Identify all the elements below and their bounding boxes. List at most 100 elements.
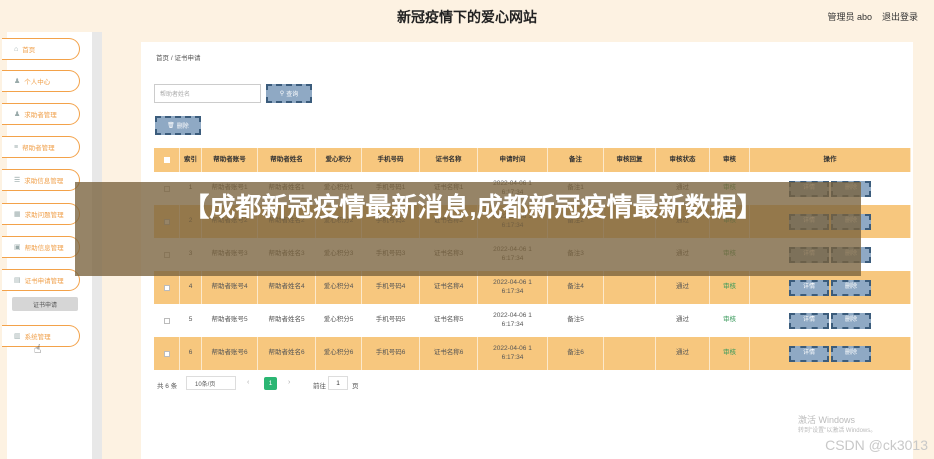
search-icon: ⚲ bbox=[279, 91, 285, 97]
sidebar-item-7[interactable]: ▤ 证书申请管理 bbox=[2, 269, 80, 291]
cell-idx: 6 bbox=[180, 337, 202, 370]
page-size-select[interactable]: 10条/页 bbox=[186, 376, 236, 390]
table-row: 6 帮助者账号6 帮助者姓名6 爱心积分6 手机号码6 证书名称6 2022-04-06 1… bbox=[154, 337, 911, 370]
sidebar-item-4[interactable]: ☰ 求助信息管理 bbox=[2, 169, 80, 191]
sidebar-item-label: 求助信息管理 bbox=[24, 178, 64, 185]
sidebar-item-label: 首页 bbox=[22, 47, 36, 54]
trash-icon: 🗑 bbox=[167, 123, 175, 129]
sidebar-subitem-cert-apply[interactable]: 证书申请 bbox=[12, 297, 78, 311]
list-icon: ☰ bbox=[14, 177, 21, 184]
select-all-checkbox[interactable] bbox=[154, 148, 180, 172]
doc-icon: ▤ bbox=[14, 277, 21, 284]
sidebar-item-label: 求助者管理 bbox=[24, 112, 57, 119]
user-icon: ♟ bbox=[14, 111, 21, 118]
sidebar-item-6[interactable]: ▣ 帮助信息管理 bbox=[2, 236, 80, 258]
current-page-button[interactable]: 1 bbox=[264, 377, 277, 390]
cell-audit[interactable]: 审核 bbox=[710, 304, 750, 337]
sidebar-item-label: 证书申请管理 bbox=[24, 278, 64, 285]
column-header: 证书名称 bbox=[420, 148, 478, 172]
breadcrumb-current: 证书申请 bbox=[174, 55, 201, 62]
cell-idx: 5 bbox=[180, 304, 202, 337]
cell-name: 帮助者姓名6 bbox=[258, 337, 316, 370]
breadcrumb: 首页 / 证书申请 bbox=[156, 52, 200, 62]
cell-points: 爱心积分6 bbox=[316, 337, 362, 370]
table-header-row: 索引 帮助者账号 帮助者姓名 爱心积分 手机号码 证书名称 申请时间 备注 审核回复 审核状态 审核… bbox=[154, 148, 911, 172]
prev-page-icon[interactable]: ‹ bbox=[247, 379, 249, 386]
search-input[interactable]: 帮助者姓名 bbox=[154, 84, 261, 103]
sidebar-item-3[interactable]: ≡ 帮助者管理 bbox=[2, 136, 80, 158]
logout-link[interactable]: 退出登录 bbox=[882, 10, 918, 23]
row-delete-button[interactable]: 删除 bbox=[831, 279, 871, 296]
column-header: 索引 bbox=[180, 148, 202, 172]
table-row: 5 帮助者账号5 帮助者姓名5 爱心积分5 手机号码5 证书名称5 2022-04-06 1… bbox=[154, 304, 911, 337]
admin-label: 管理员 abo bbox=[827, 12, 872, 22]
cell-name: 帮助者姓名5 bbox=[258, 304, 316, 337]
sidebar-item-0[interactable]: ⌂ 首页 bbox=[2, 38, 80, 60]
cell-reply bbox=[604, 337, 656, 370]
cell-account: 帮助者账号5 bbox=[202, 304, 258, 337]
sidebar-item-label: 帮助信息管理 bbox=[24, 245, 64, 252]
row-checkbox[interactable] bbox=[154, 304, 180, 337]
sidebar-item-1[interactable]: ♟ 个人中心 bbox=[2, 70, 80, 92]
search-button[interactable]: ⚲ 查询 bbox=[266, 84, 312, 103]
cell-reply bbox=[604, 304, 656, 337]
column-header: 备注 bbox=[548, 148, 604, 172]
user-icon: ♟ bbox=[14, 78, 21, 85]
cell-time: 2022-04-06 1 6:17:34 bbox=[478, 304, 548, 337]
next-page-icon[interactable]: › bbox=[288, 379, 290, 386]
column-header: 审核状态 bbox=[656, 148, 710, 172]
cell-phone: 手机号码6 bbox=[362, 337, 420, 370]
detail-button[interactable]: 详情 bbox=[789, 312, 829, 329]
pagination-total: 共 6 条 bbox=[157, 383, 178, 390]
column-header: 操作 bbox=[750, 148, 911, 172]
windows-activation-subtext: 转到"设置"以激活 Windows。 bbox=[798, 428, 877, 434]
grid-icon: ▦ bbox=[14, 211, 21, 218]
cell-points: 爱心积分5 bbox=[316, 304, 362, 337]
cell-status: 通过 bbox=[656, 337, 710, 370]
cell-note: 备注5 bbox=[548, 304, 604, 337]
cell-account: 帮助者账号6 bbox=[202, 337, 258, 370]
overlay-headline: 【成都新冠疫情最新消息,成都新冠疫情最新数据】 bbox=[183, 192, 763, 222]
sidebar-item-label: 个人中心 bbox=[24, 79, 51, 86]
row-actions: 详情删除 bbox=[750, 304, 911, 337]
cell-phone: 手机号码5 bbox=[362, 304, 420, 337]
search-button-label: 查询 bbox=[286, 92, 299, 98]
row-delete-button[interactable]: 删除 bbox=[831, 345, 871, 362]
list-icon: ≡ bbox=[14, 143, 19, 151]
breadcrumb-home[interactable]: 首页 bbox=[156, 55, 169, 62]
cell-cert: 证书名称5 bbox=[420, 304, 478, 337]
sidebar-item-2[interactable]: ♟ 求助者管理 bbox=[2, 103, 80, 125]
column-header: 帮助者账号 bbox=[202, 148, 258, 172]
breadcrumb-separator: / bbox=[170, 55, 173, 62]
csdn-watermark: CSDN @ck3013 bbox=[825, 437, 928, 453]
sidebar-item-label: 系统管理 bbox=[24, 334, 51, 341]
goto-label: 前往 bbox=[313, 383, 326, 390]
column-header: 申请时间 bbox=[478, 148, 548, 172]
cell-cert: 证书名称6 bbox=[420, 337, 478, 370]
detail-button[interactable]: 详情 bbox=[789, 279, 829, 296]
sidebar-item-5[interactable]: ▦ 求助问题管理 bbox=[2, 203, 80, 225]
row-delete-button[interactable]: 删除 bbox=[831, 312, 871, 329]
site-title: 新冠疫情下的爱心网站 bbox=[397, 9, 537, 25]
column-header: 爱心积分 bbox=[316, 148, 362, 172]
cell-status: 通过 bbox=[656, 304, 710, 337]
sidebar-item-label: 求助问题管理 bbox=[24, 212, 64, 219]
mouse-cursor-icon: ☝ bbox=[34, 342, 42, 356]
goto-page-input[interactable]: 1 bbox=[328, 376, 348, 390]
bulk-delete-button[interactable]: 🗑 删除 bbox=[155, 116, 201, 135]
bulk-delete-label: 删除 bbox=[176, 124, 189, 130]
row-checkbox[interactable] bbox=[154, 337, 180, 370]
column-header: 审核 bbox=[710, 148, 750, 172]
sidebar-item-label: 帮助者管理 bbox=[22, 145, 55, 152]
cell-time: 2022-04-06 1 6:17:34 bbox=[478, 337, 548, 370]
column-header: 审核回复 bbox=[604, 148, 656, 172]
box-icon: ▣ bbox=[14, 244, 21, 251]
column-header: 帮助者姓名 bbox=[258, 148, 316, 172]
home-icon: ⌂ bbox=[14, 45, 19, 53]
cell-audit[interactable]: 审核 bbox=[710, 337, 750, 370]
detail-button[interactable]: 详情 bbox=[789, 345, 829, 362]
goto-unit: 页 bbox=[352, 383, 359, 390]
chart-icon: ▥ bbox=[14, 333, 21, 340]
cell-note: 备注6 bbox=[548, 337, 604, 370]
row-actions: 详情删除 bbox=[750, 337, 911, 370]
